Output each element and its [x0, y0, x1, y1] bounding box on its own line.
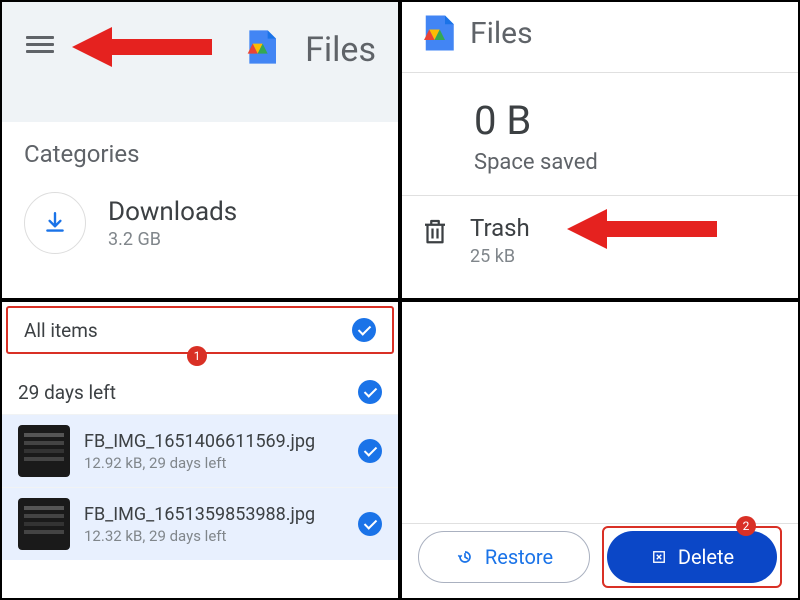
file-name: FB_IMG_1651406611569.jpg [84, 431, 344, 452]
trash-label: Trash [470, 214, 530, 242]
categories-heading: Categories [24, 140, 398, 168]
files-app-icon [244, 27, 278, 67]
files-app-icon [420, 12, 456, 54]
annotation-arrow [567, 204, 717, 254]
trash-icon [420, 214, 450, 248]
file-thumbnail [18, 425, 70, 477]
pane-drawer: Files 0 B Space saved Trash 25 kB [400, 0, 800, 300]
delete-icon [650, 548, 668, 566]
category-size: 3.2 GB [108, 229, 237, 250]
file-thumbnail [18, 498, 70, 550]
checkbox-checked-icon[interactable] [358, 512, 382, 536]
annotation-arrow [72, 22, 212, 72]
delete-button[interactable]: Delete [607, 531, 777, 583]
trash-size: 25 kB [470, 246, 530, 267]
pane-trash-list: All items 1 29 days left FB_IMG_16514066… [0, 300, 400, 600]
checkbox-checked-icon[interactable] [352, 318, 376, 342]
checkbox-checked-icon[interactable] [358, 439, 382, 463]
category-downloads[interactable]: Downloads 3.2 GB [24, 192, 398, 254]
file-name: FB_IMG_1651359853988.jpg [84, 504, 344, 525]
category-label: Downloads [108, 197, 237, 227]
action-bar: Restore 2 Delete [402, 526, 798, 588]
drawer-header: Files [402, 2, 798, 73]
restore-button[interactable]: Restore [418, 531, 590, 583]
days-left-row[interactable]: 29 days left [2, 358, 398, 414]
space-saved-label: Space saved [474, 150, 798, 175]
days-left-label: 29 days left [18, 381, 116, 404]
space-saved-section: 0 B Space saved [402, 73, 798, 196]
all-items-label: All items [24, 319, 98, 342]
delete-label: Delete [678, 545, 734, 569]
drawer-item-trash[interactable]: Trash 25 kB [402, 196, 798, 267]
step-badge-2: 2 [736, 516, 756, 536]
file-meta: 12.32 kB, 29 days left [84, 527, 344, 545]
delete-highlight: 2 Delete [602, 526, 782, 588]
app-title: Files [470, 16, 533, 51]
pane-trash-actions: Restore 2 Delete [400, 300, 800, 600]
download-icon [24, 192, 86, 254]
app-title: Files [305, 30, 376, 70]
file-row[interactable]: FB_IMG_1651359853988.jpg 12.32 kB, 29 da… [2, 487, 398, 560]
pane-files-home: Files Categories Downloads 3.2 GB [0, 0, 400, 300]
menu-icon[interactable] [26, 32, 54, 57]
restore-label: Restore [485, 545, 553, 569]
restore-icon [455, 547, 475, 567]
space-saved-value: 0 B [474, 97, 798, 144]
app-header: Files [2, 2, 398, 122]
file-meta: 12.92 kB, 29 days left [84, 454, 344, 472]
file-row[interactable]: FB_IMG_1651406611569.jpg 12.92 kB, 29 da… [2, 414, 398, 487]
checkbox-checked-icon[interactable] [358, 380, 382, 404]
